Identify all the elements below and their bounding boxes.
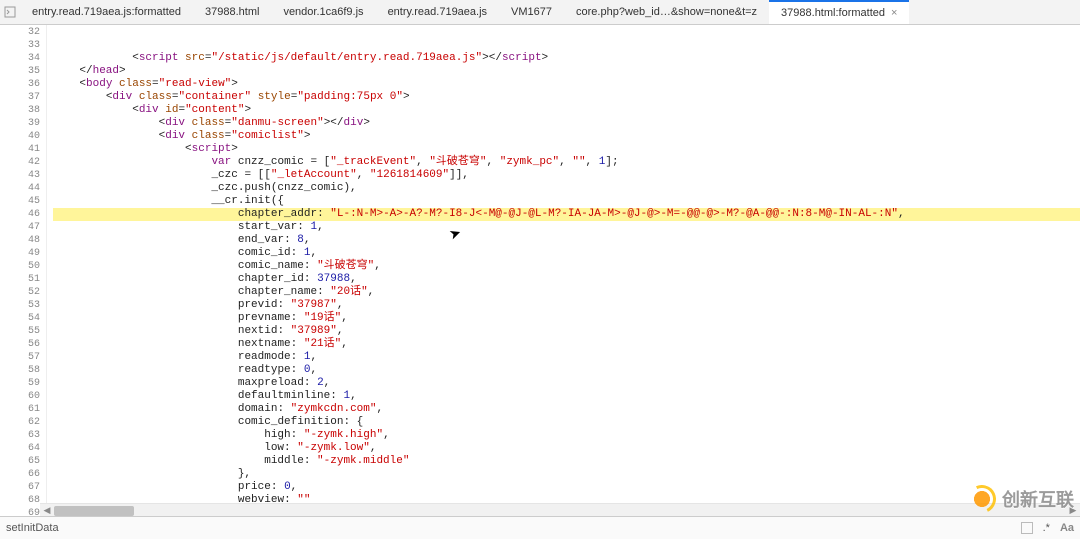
code-line[interactable]: <body class="read-view"> <box>53 78 1080 91</box>
code-line[interactable]: __cr.init({ <box>53 195 1080 208</box>
close-icon[interactable]: × <box>891 7 897 19</box>
page-icon <box>0 6 20 18</box>
code-line[interactable]: maxpreload: 2, <box>53 377 1080 390</box>
code-line[interactable]: domain: "zymkcdn.com", <box>53 403 1080 416</box>
line-number: 56 <box>0 338 40 351</box>
line-number: 62 <box>0 416 40 429</box>
code-line[interactable]: start_var: 1, <box>53 221 1080 234</box>
code-line[interactable]: comic_name: "斗破苍穹", <box>53 260 1080 273</box>
code-line[interactable]: nextname: "21话", <box>53 338 1080 351</box>
line-number: 34 <box>0 52 40 65</box>
line-number: 63 <box>0 429 40 442</box>
code-line[interactable]: defaultminline: 1, <box>53 390 1080 403</box>
code-line[interactable]: price: 0, <box>53 481 1080 494</box>
line-number: 55 <box>0 325 40 338</box>
tab[interactable]: VM1677 <box>499 0 564 24</box>
code-line[interactable]: _czc.push(cnzz_comic), <box>53 182 1080 195</box>
code-line[interactable]: <div id="content"> <box>53 104 1080 117</box>
line-number: 64 <box>0 442 40 455</box>
line-number: 57 <box>0 351 40 364</box>
tab[interactable]: vendor.1ca6f9.js <box>271 0 375 24</box>
line-number: 37 <box>0 91 40 104</box>
line-number-gutter: 3233343536373839404142434445464748495051… <box>0 25 47 518</box>
tab[interactable]: entry.read.719aea.js <box>376 0 499 24</box>
line-number: 50 <box>0 260 40 273</box>
line-number: 46 <box>0 208 40 221</box>
line-number: 61 <box>0 403 40 416</box>
line-number: 68 <box>0 494 40 507</box>
code-line[interactable]: </head> <box>53 65 1080 78</box>
code-area[interactable]: <script src="/static/js/default/entry.re… <box>47 25 1080 518</box>
line-number: 41 <box>0 143 40 156</box>
code-line[interactable]: comic_id: 1, <box>53 247 1080 260</box>
code-line[interactable]: comic_definition: { <box>53 416 1080 429</box>
code-line[interactable]: middle: "-zymk.middle" <box>53 455 1080 468</box>
line-number: 38 <box>0 104 40 117</box>
line-number: 54 <box>0 312 40 325</box>
code-line[interactable]: <div class="danmu-screen"></div> <box>53 117 1080 130</box>
code-line[interactable]: end_var: 8, <box>53 234 1080 247</box>
code-line[interactable]: readmode: 1, <box>53 351 1080 364</box>
line-number: 59 <box>0 377 40 390</box>
line-number: 40 <box>0 130 40 143</box>
line-number: 47 <box>0 221 40 234</box>
tab[interactable]: core.php?web_id…&show=none&t=z <box>564 0 769 24</box>
line-number: 36 <box>0 78 40 91</box>
line-number: 66 <box>0 468 40 481</box>
regex-hint: .* <box>1043 522 1050 534</box>
code-line[interactable]: }, <box>53 468 1080 481</box>
line-number: 35 <box>0 65 40 78</box>
code-line[interactable]: <script> <box>53 143 1080 156</box>
match-case-toggle[interactable]: Aa <box>1060 522 1074 534</box>
editor: 3233343536373839404142434445464748495051… <box>0 25 1080 518</box>
code-line[interactable]: _czc = [["_letAccount", "1261814609"]], <box>53 169 1080 182</box>
code-line[interactable]: chapter_addr: "L-:N-M>-A>-A?-M?-I8-J<-M@… <box>53 208 1080 221</box>
code-line[interactable]: chapter_id: 37988, <box>53 273 1080 286</box>
line-number: 44 <box>0 182 40 195</box>
line-number: 49 <box>0 247 40 260</box>
line-number: 48 <box>0 234 40 247</box>
code-line[interactable]: <div class="container" style="padding:75… <box>53 91 1080 104</box>
code-line[interactable]: high: "-zymk.high", <box>53 429 1080 442</box>
line-number: 53 <box>0 299 40 312</box>
code-line[interactable]: previd: "37987", <box>53 299 1080 312</box>
statusbar: setInitData .* Aa <box>0 516 1080 539</box>
tab[interactable]: entry.read.719aea.js:formatted <box>20 0 193 24</box>
code-line[interactable]: chapter_name: "20话", <box>53 286 1080 299</box>
line-number: 51 <box>0 273 40 286</box>
scroll-thumb[interactable] <box>54 506 134 516</box>
code-line[interactable]: nextid: "37989", <box>53 325 1080 338</box>
line-number: 32 <box>0 26 40 39</box>
line-number: 52 <box>0 286 40 299</box>
document-icon <box>4 6 16 18</box>
regex-toggle[interactable] <box>1021 522 1033 534</box>
code-line[interactable]: <div class="comiclist"> <box>53 130 1080 143</box>
code-line[interactable]: readtype: 0, <box>53 364 1080 377</box>
watermark: 创新互联 <box>968 485 1074 513</box>
code-line[interactable]: prevname: "19话", <box>53 312 1080 325</box>
tab[interactable]: 37988.html:formatted× <box>769 0 909 24</box>
line-number: 45 <box>0 195 40 208</box>
line-number: 33 <box>0 39 40 52</box>
code-line[interactable]: <script src="/static/js/default/entry.re… <box>53 52 1080 65</box>
watermark-logo-icon <box>968 485 996 513</box>
tab[interactable]: 37988.html <box>193 0 271 24</box>
line-number: 60 <box>0 390 40 403</box>
line-number: 39 <box>0 117 40 130</box>
watermark-text: 创新互联 <box>1002 486 1074 512</box>
line-number: 67 <box>0 481 40 494</box>
code-line[interactable]: var cnzz_comic = ["_trackEvent", "斗破苍穹",… <box>53 156 1080 169</box>
code-line[interactable]: low: "-zymk.low", <box>53 442 1080 455</box>
tabbar: entry.read.719aea.js:formatted37988.html… <box>0 0 1080 25</box>
line-number: 43 <box>0 169 40 182</box>
line-number: 65 <box>0 455 40 468</box>
line-number: 42 <box>0 156 40 169</box>
line-number: 58 <box>0 364 40 377</box>
status-left-text: setInitData <box>6 522 59 534</box>
